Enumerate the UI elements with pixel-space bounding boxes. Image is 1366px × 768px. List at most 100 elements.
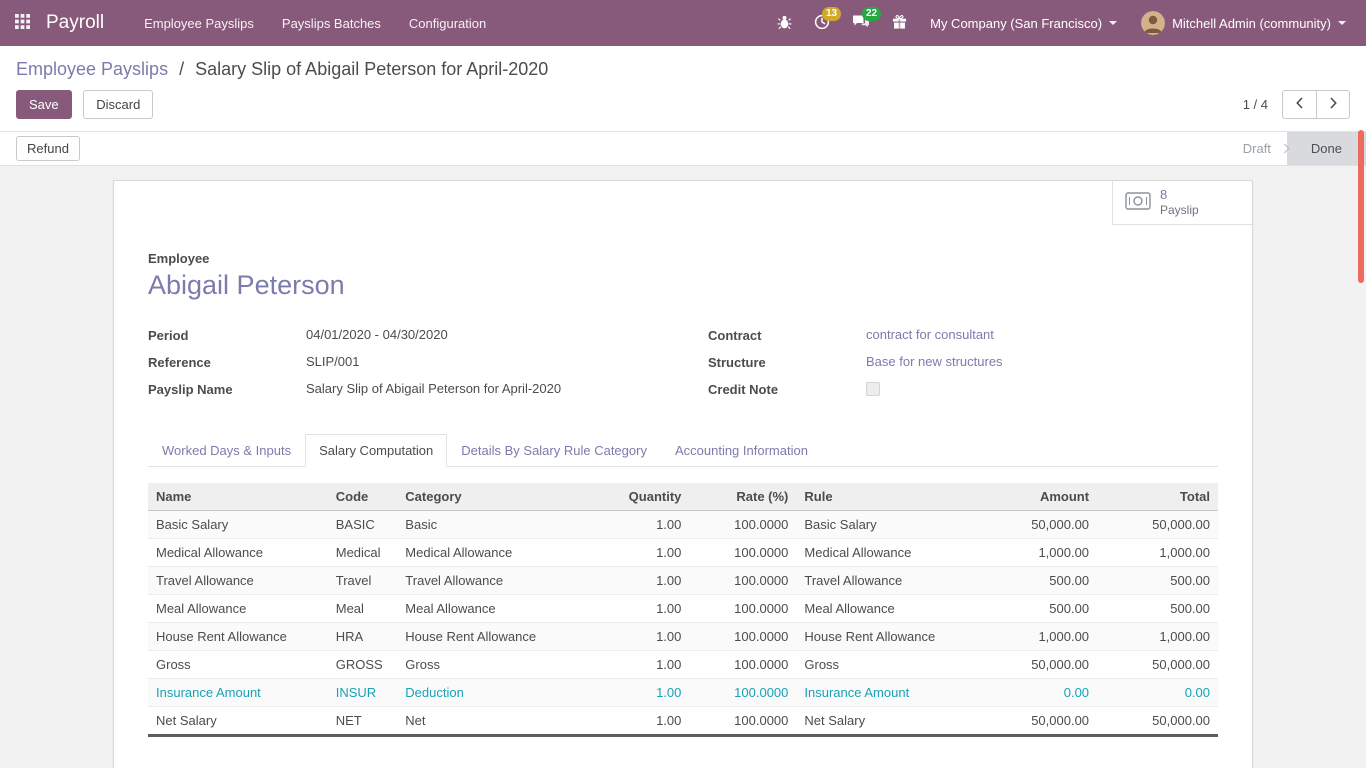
payslip-smart-button[interactable]: 8 Payslip: [1112, 181, 1252, 225]
breadcrumb-parent[interactable]: Employee Payslips: [16, 59, 168, 79]
employee-name[interactable]: Abigail Peterson: [148, 270, 1218, 301]
credit-note-field-row: Credit Note: [708, 381, 1218, 397]
discard-button[interactable]: Discard: [83, 90, 153, 119]
apps-menu-button[interactable]: [0, 0, 44, 46]
stage-done[interactable]: Done: [1287, 132, 1366, 165]
cell-amount: 50,000.00: [977, 707, 1097, 736]
column-header-amount[interactable]: Amount: [977, 483, 1097, 511]
cell-quantity: 1.00: [572, 707, 690, 736]
debug-bug-button[interactable]: [766, 0, 803, 46]
cell-total: 0.00: [1097, 679, 1218, 707]
menu-employee-payslips[interactable]: Employee Payslips: [130, 0, 268, 46]
app-menu: Employee Payslips Payslips Batches Confi…: [130, 0, 500, 46]
notebook-tabs: Worked Days & Inputs Salary Computation …: [148, 434, 1218, 467]
cell-category: Meal Allowance: [397, 595, 571, 623]
column-header-category[interactable]: Category: [397, 483, 571, 511]
cell-category: House Rent Allowance: [397, 623, 571, 651]
smart-button-box: 8 Payslip: [114, 181, 1252, 225]
company-switcher[interactable]: My Company (San Francisco): [918, 0, 1129, 46]
menu-configuration[interactable]: Configuration: [395, 0, 500, 46]
payslip-line-row[interactable]: House Rent Allowance HRA House Rent Allo…: [148, 623, 1218, 651]
cell-name: Medical Allowance: [148, 539, 328, 567]
cell-category: Travel Allowance: [397, 567, 571, 595]
cell-amount: 50,000.00: [977, 651, 1097, 679]
app-title[interactable]: Payroll: [46, 12, 104, 34]
salary-computation-table: Name Code Category Quantity Rate (%) Rul…: [148, 483, 1218, 737]
payslip-line-row[interactable]: Travel Allowance Travel Travel Allowance…: [148, 567, 1218, 595]
column-header-quantity[interactable]: Quantity: [572, 483, 690, 511]
cell-quantity: 1.00: [572, 511, 690, 539]
payslip-line-row[interactable]: Basic Salary BASIC Basic 1.00 100.0000 B…: [148, 511, 1218, 539]
refund-button[interactable]: Refund: [16, 136, 80, 161]
period-label: Period: [148, 327, 306, 343]
chevron-right-icon: [1329, 97, 1338, 112]
contract-field-row: Contract contract for consultant: [708, 327, 1218, 343]
reference-value[interactable]: SLIP/001: [306, 354, 360, 369]
user-name: Mitchell Admin (community): [1172, 16, 1331, 31]
contract-link[interactable]: contract for consultant: [866, 327, 994, 342]
user-menu[interactable]: Mitchell Admin (community): [1129, 0, 1358, 46]
scrollbar[interactable]: [1358, 130, 1364, 283]
cell-total: 500.00: [1097, 567, 1218, 595]
cell-total: 50,000.00: [1097, 511, 1218, 539]
column-header-total[interactable]: Total: [1097, 483, 1218, 511]
gift-icon: [892, 14, 907, 33]
systray: 13 22 My Company (San Franci: [766, 0, 1358, 46]
cell-rule: Meal Allowance: [796, 595, 977, 623]
contract-label: Contract: [708, 327, 866, 343]
cell-rule: Gross: [796, 651, 977, 679]
cell-rule: Net Salary: [796, 707, 977, 736]
cell-rate: 100.0000: [689, 595, 796, 623]
cell-code: GROSS: [328, 651, 398, 679]
cell-rate: 100.0000: [689, 651, 796, 679]
period-value[interactable]: 04/01/2020 - 04/30/2020: [306, 327, 448, 342]
bug-icon: [777, 14, 792, 33]
employee-field-label: Employee: [148, 251, 1218, 266]
payslip-form-sheet: 8 Payslip Employee Abigail Peterson Peri…: [113, 180, 1253, 768]
cell-category: Gross: [397, 651, 571, 679]
upgrade-button[interactable]: [881, 0, 918, 46]
pager-previous-button[interactable]: [1282, 90, 1316, 119]
messages-button[interactable]: 22: [841, 0, 881, 46]
activities-button[interactable]: 13: [803, 0, 841, 46]
pager-next-button[interactable]: [1316, 90, 1350, 119]
cell-code: HRA: [328, 623, 398, 651]
cell-total: 500.00: [1097, 595, 1218, 623]
column-header-name[interactable]: Name: [148, 483, 328, 511]
stage-draft[interactable]: Draft: [1227, 132, 1287, 165]
payslip-line-row[interactable]: Gross GROSS Gross 1.00 100.0000 Gross 50…: [148, 651, 1218, 679]
credit-note-checkbox[interactable]: [866, 382, 880, 396]
menu-payslips-batches[interactable]: Payslips Batches: [268, 0, 395, 46]
cell-quantity: 1.00: [572, 651, 690, 679]
cell-name: Travel Allowance: [148, 567, 328, 595]
payslip-line-row[interactable]: Medical Allowance Medical Medical Allowa…: [148, 539, 1218, 567]
structure-link[interactable]: Base for new structures: [866, 354, 1003, 369]
cell-rate: 100.0000: [689, 567, 796, 595]
cell-amount: 0.00: [977, 679, 1097, 707]
cell-rate: 100.0000: [689, 511, 796, 539]
structure-field-row: Structure Base for new structures: [708, 354, 1218, 370]
top-navbar: Payroll Employee Payslips Payslips Batch…: [0, 0, 1366, 46]
payslip-name-value[interactable]: Salary Slip of Abigail Peterson for Apri…: [306, 381, 561, 396]
column-header-rate[interactable]: Rate (%): [689, 483, 796, 511]
payslip-line-row[interactable]: Meal Allowance Meal Meal Allowance 1.00 …: [148, 595, 1218, 623]
tab-salary-computation[interactable]: Salary Computation: [305, 434, 447, 467]
tab-worked-days-inputs[interactable]: Worked Days & Inputs: [148, 434, 305, 467]
cell-quantity: 1.00: [572, 539, 690, 567]
column-header-rule[interactable]: Rule: [796, 483, 977, 511]
cell-total: 1,000.00: [1097, 623, 1218, 651]
save-button[interactable]: Save: [16, 90, 72, 119]
cell-name: Meal Allowance: [148, 595, 328, 623]
pager-counter[interactable]: 1 / 4: [1243, 97, 1268, 112]
cell-name: Gross: [148, 651, 328, 679]
cell-rule: Medical Allowance: [796, 539, 977, 567]
cell-quantity: 1.00: [572, 595, 690, 623]
payslip-name-label: Payslip Name: [148, 381, 306, 397]
tab-accounting-information[interactable]: Accounting Information: [661, 434, 822, 467]
payslip-line-row[interactable]: Net Salary NET Net 1.00 100.0000 Net Sal…: [148, 707, 1218, 736]
reference-field-row: Reference SLIP/001: [148, 354, 658, 370]
tab-details-by-salary-rule-category[interactable]: Details By Salary Rule Category: [447, 434, 661, 467]
money-icon: [1125, 192, 1151, 213]
column-header-code[interactable]: Code: [328, 483, 398, 511]
payslip-line-row[interactable]: Insurance Amount INSUR Deduction 1.00 10…: [148, 679, 1218, 707]
